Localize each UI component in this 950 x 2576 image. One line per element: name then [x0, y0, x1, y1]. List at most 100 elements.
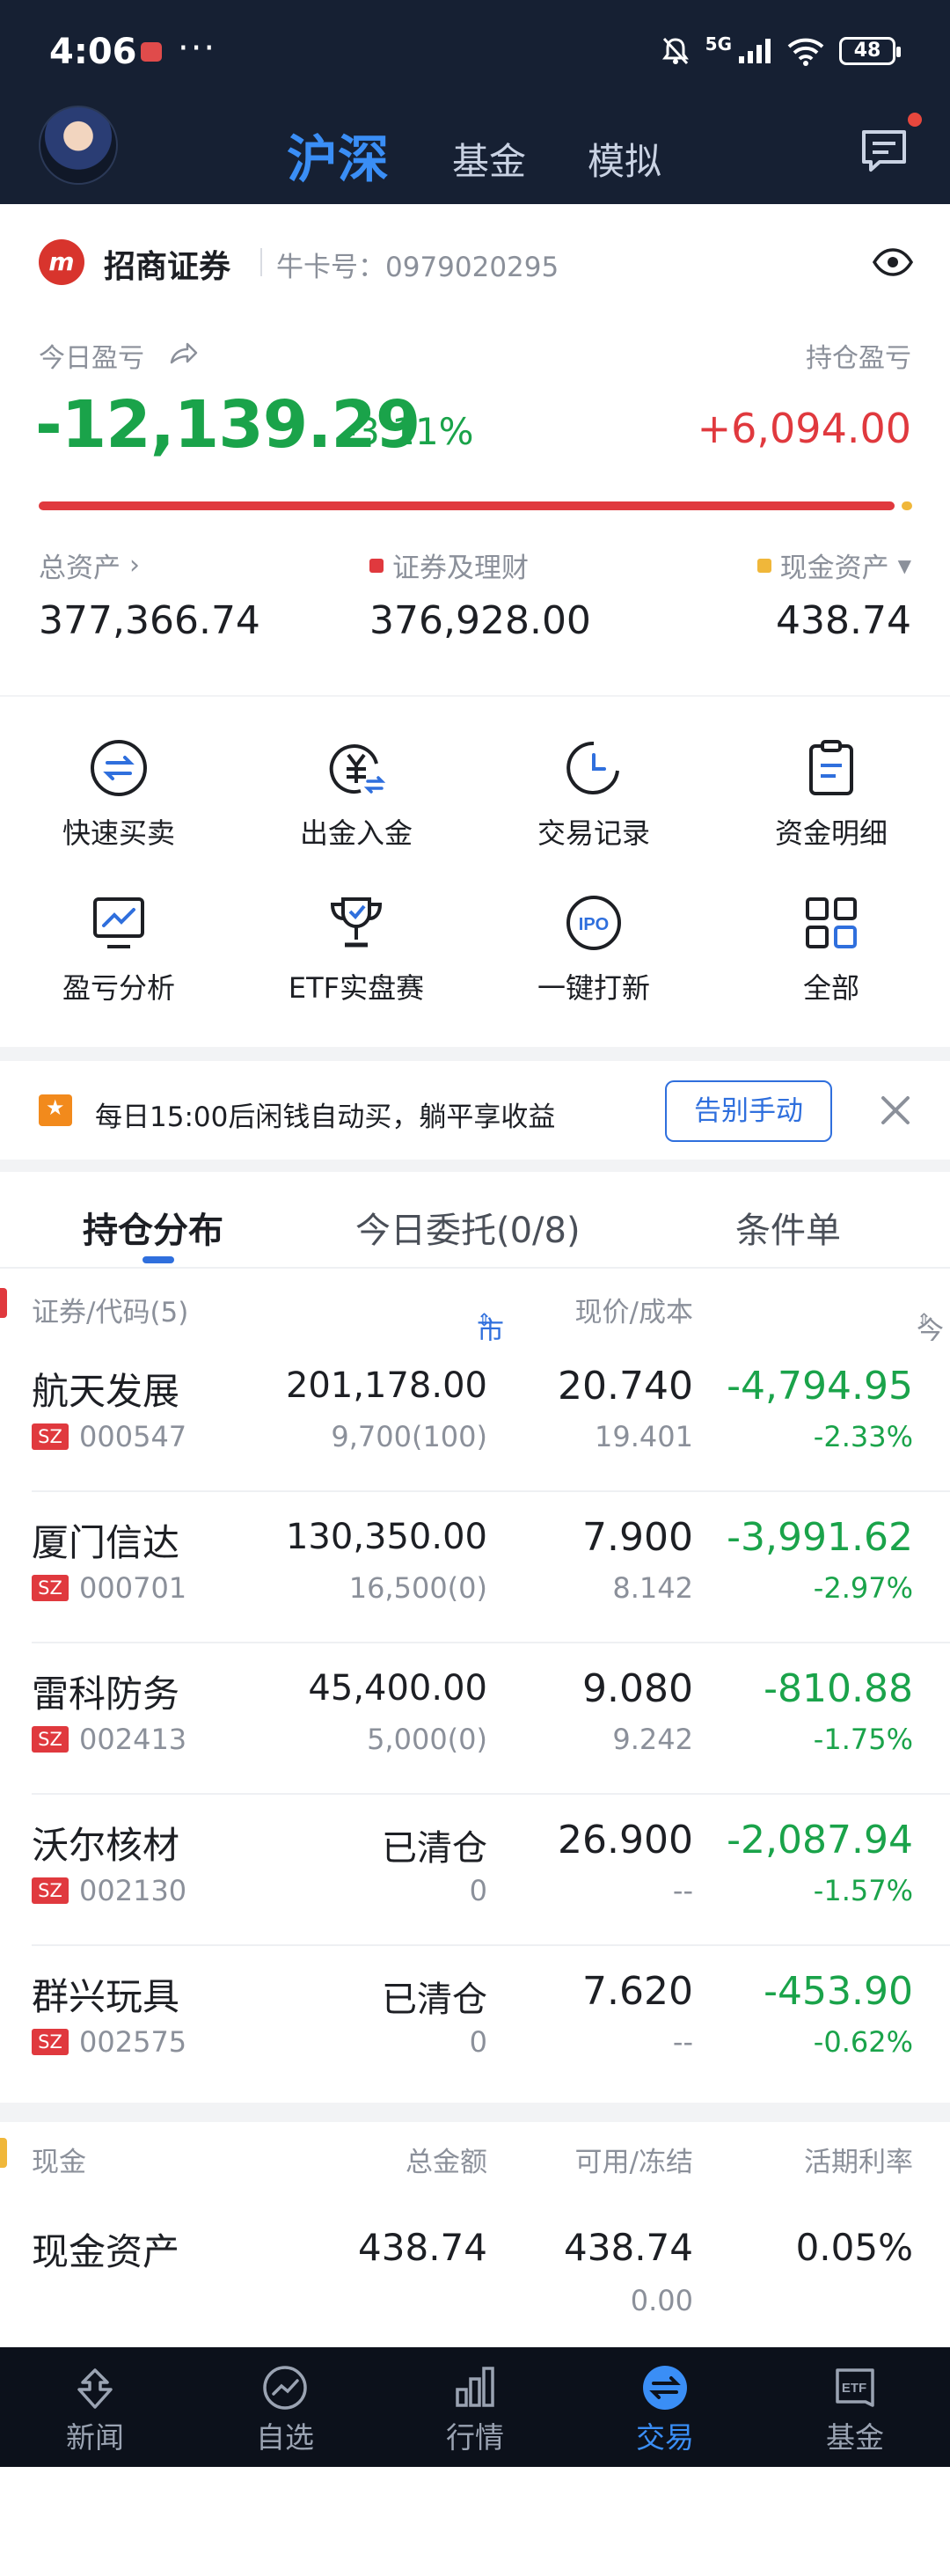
stock-code: 000701 — [79, 1571, 187, 1605]
share-count: 16,500(0) — [348, 1571, 487, 1605]
cost-price: -- — [672, 2025, 693, 2059]
stock-name: 航天发展 — [32, 1370, 180, 1413]
tab-today-orders[interactable]: 今日委托(0/8) — [355, 1202, 581, 1253]
total-assets-text: 总资产 — [39, 553, 121, 584]
broker-logo: m — [39, 239, 84, 285]
message-icon[interactable] — [859, 125, 910, 176]
menu-pnl-analysis[interactable]: 盈亏分析 — [0, 892, 238, 1006]
svg-text:IPO: IPO — [579, 915, 609, 934]
tab-hushen[interactable]: 沪深 — [287, 118, 389, 192]
table-row[interactable]: 航天发展 SZ 000547 201,178.00 9,700(100) 20.… — [0, 1341, 950, 1492]
grid-icon — [806, 897, 857, 948]
menu-label: 一键打新 — [537, 971, 650, 1005]
table-row[interactable]: 厦门信达 SZ 000701 130,350.00 16,500(0) 7.90… — [0, 1492, 950, 1643]
holding-pnl-value: +6,094.00 — [697, 405, 911, 452]
nav-label: 基金 — [826, 2420, 884, 2455]
menu-etf-contest[interactable]: ETF实盘赛 — [238, 892, 475, 1006]
promo-banner[interactable]: 每日15:00后闲钱自动买，躺平享收益 告别手动 — [0, 1061, 950, 1160]
share-count: 0 — [469, 2025, 487, 2059]
menu-ipo-subscribe[interactable]: IPO 一键打新 — [475, 892, 712, 1006]
active-tab-indicator — [142, 1256, 174, 1263]
table-row[interactable]: 雷科防务 SZ 002413 45,400.00 5,000(0) 9.080 … — [0, 1643, 950, 1795]
tab-simulation[interactable]: 模拟 — [588, 132, 661, 186]
battery-icon: 48 — [839, 37, 901, 65]
cash-allocation-segment — [902, 501, 912, 510]
current-price: 20.740 — [558, 1364, 693, 1409]
nav-trade[interactable]: 交易 — [570, 2347, 760, 2467]
close-icon[interactable] — [878, 1093, 913, 1128]
cash-assets-value: 438.74 — [776, 598, 911, 643]
menu-fund-details[interactable]: 资金明细 — [712, 737, 950, 852]
eye-icon[interactable] — [873, 248, 913, 276]
tab-positions[interactable]: 持仓分布 — [83, 1202, 223, 1253]
share-count: 0 — [469, 1874, 487, 1907]
menu-quick-trade[interactable]: 快速买卖 — [0, 737, 238, 852]
menu-trade-records[interactable]: 交易记录 — [475, 737, 712, 852]
menu-label: 快速买卖 — [62, 816, 175, 850]
network-type: 5G — [705, 33, 732, 55]
menu-label: 资金明细 — [774, 816, 888, 850]
cash-frozen: 0.00 — [630, 2284, 693, 2317]
col-interest-rate: 活期利率 — [804, 2147, 913, 2178]
market-badge: SZ — [32, 2029, 69, 2055]
asset-allocation-bar — [39, 501, 895, 510]
securities-legend-swatch — [369, 558, 384, 573]
tab-fund[interactable]: 基金 — [452, 132, 526, 186]
total-assets-label[interactable]: 总资产 › — [39, 545, 140, 585]
tab-conditional-orders[interactable]: 条件单 — [735, 1202, 841, 1253]
niuka-label: 牛卡号： — [276, 252, 385, 283]
securities-value: 376,928.00 — [369, 598, 591, 643]
current-price: 7.900 — [582, 1515, 693, 1560]
swap-icon — [91, 740, 147, 796]
market-badge: SZ — [32, 1726, 69, 1753]
more-notifications-icon: ··· — [178, 28, 217, 69]
yuan-transfer-icon — [329, 744, 386, 794]
securities-text: 证券及理财 — [392, 553, 529, 584]
stock-code: 002130 — [79, 1874, 187, 1907]
cash-assets-label[interactable]: 现金资产 ▼ — [756, 545, 911, 585]
quick-menu: 快速买卖 出金入金 交易记录 资金明细 盈亏分析 ETF实盘赛 IPO 一键打新… — [0, 695, 950, 1047]
total-assets-value: 377,366.74 — [39, 598, 260, 643]
clock-icon — [566, 741, 619, 794]
section-divider — [0, 1047, 950, 1061]
nav-watchlist[interactable]: 自选 — [190, 2347, 380, 2467]
section-divider — [0, 2103, 950, 2122]
securities-label: 证券及理财 — [369, 545, 529, 585]
today-pnl-percent: -1.75% — [813, 1723, 913, 1756]
bar-chart-icon — [456, 2367, 494, 2407]
today-pnl: -453.90 — [764, 1969, 913, 2014]
nav-market[interactable]: 行情 — [380, 2347, 570, 2467]
table-row[interactable]: 沃尔核材 SZ 002130 已清仓 0 26.900 -- -2,087.94… — [0, 1795, 950, 1946]
market-value: 45,400.00 — [308, 1668, 487, 1709]
status-time: 4:06 — [49, 32, 137, 72]
menu-all[interactable]: 全部 — [712, 892, 950, 1006]
today-pnl-percent: -3.11% — [343, 410, 474, 453]
menu-label: 出金入金 — [299, 816, 413, 850]
market-badge: SZ — [32, 1575, 69, 1601]
section-divider — [0, 1160, 950, 1172]
stock-name: 沃尔核材 — [32, 1824, 180, 1867]
cash-row[interactable]: 现金资产 438.74 438.74 0.00 0.05% — [0, 2192, 950, 2347]
current-price: 26.900 — [558, 1818, 693, 1862]
today-pnl: -2,087.94 — [727, 1818, 913, 1862]
share-icon[interactable] — [169, 340, 199, 366]
wifi-icon — [787, 38, 824, 66]
account-summary: m 招商证券 牛卡号：0979020295 今日盈亏 持仓盈亏 -12,139.… — [0, 204, 950, 693]
nav-fund[interactable]: ETF 基金 — [760, 2347, 950, 2467]
holdings-table-header: 证券/代码(5) 市值/股数(可卖) ⇕ 现价/成本 今日盈亏 ⇕ — [0, 1270, 950, 1546]
menu-label: 交易记录 — [537, 816, 650, 850]
banner-action-button[interactable]: 告别手动 — [665, 1080, 832, 1142]
menu-label: 盈亏分析 — [62, 971, 175, 1005]
cash-marker — [0, 2138, 7, 2168]
mute-bell-icon — [661, 37, 689, 65]
cash-table-header: 现金 总金额 可用/冻结 活期利率 — [0, 2122, 950, 2192]
nav-news[interactable]: 新闻 — [0, 2347, 190, 2467]
banner-text: 每日15:00后闲钱自动买，躺平享收益 — [95, 1101, 556, 1133]
col-available-frozen: 可用/冻结 — [574, 2147, 693, 2178]
status-icons: 5G 48 — [660, 33, 901, 69]
menu-deposit-withdraw[interactable]: 出金入金 — [238, 737, 475, 852]
table-row[interactable]: 群兴玩具 SZ 002575 已清仓 0 7.620 -- -453.90 -0… — [0, 1946, 950, 2097]
col-cash: 现金 — [32, 2147, 86, 2178]
broker-name[interactable]: 招商证券 — [104, 241, 230, 287]
securities-marker — [0, 1288, 7, 1318]
